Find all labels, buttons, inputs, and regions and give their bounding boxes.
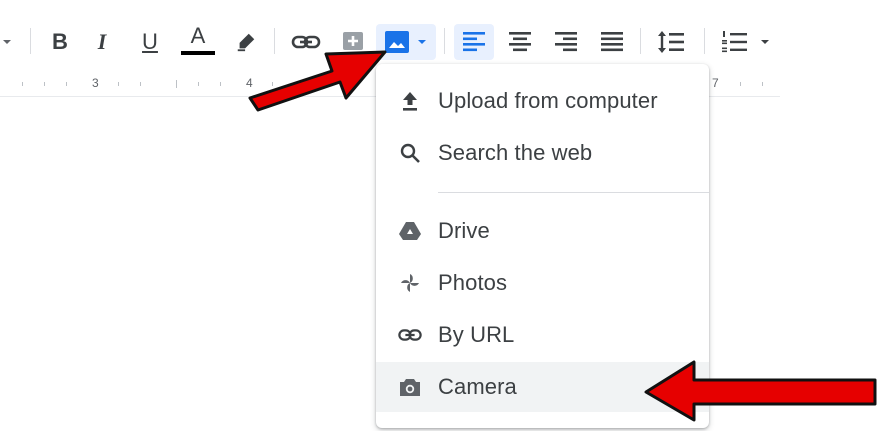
toolbar-divider <box>444 28 445 54</box>
italic-button[interactable]: I <box>86 26 118 58</box>
align-right-button[interactable] <box>548 24 584 60</box>
toolbar-divider <box>640 28 641 54</box>
arrow-to-camera <box>644 360 877 422</box>
menu-item-label: Drive <box>438 218 490 243</box>
menu-item-upload-from-computer[interactable]: Upload from computer <box>376 76 709 126</box>
font-size-dropdown-caret-icon[interactable] <box>0 32 14 52</box>
ruler-number: 7 <box>712 76 719 90</box>
ruler-tick <box>198 82 199 86</box>
ruler-tick <box>44 82 45 86</box>
photos-icon <box>398 271 422 295</box>
bold-button[interactable]: B <box>44 26 76 58</box>
line-spacing-button[interactable] <box>652 24 690 60</box>
menu-item-label: By URL <box>438 322 515 347</box>
justify-button[interactable] <box>594 24 630 60</box>
underline-button[interactable]: U <box>134 26 166 58</box>
text-color-label: A <box>190 23 206 48</box>
line-spacing-icon <box>658 31 684 53</box>
align-center-icon <box>509 32 531 52</box>
justify-icon <box>601 32 623 52</box>
menu-item-label: Upload from computer <box>438 88 658 113</box>
numbered-list-button[interactable] <box>716 24 776 60</box>
link-icon <box>398 323 422 347</box>
arrow-to-image-button <box>248 50 387 112</box>
ruler-tick <box>740 82 741 86</box>
chevron-down-icon <box>761 40 769 44</box>
menu-item-photos[interactable]: Photos <box>376 258 709 308</box>
camera-icon <box>398 375 422 399</box>
search-icon <box>398 141 422 165</box>
ruler-tick <box>66 82 67 86</box>
menu-divider <box>438 192 709 193</box>
toolbar-divider <box>30 28 31 54</box>
ruler-tick <box>176 80 177 88</box>
menu-item-by-url[interactable]: By URL <box>376 310 709 360</box>
menu-item-label: Camera <box>438 374 517 399</box>
align-left-icon <box>463 32 485 52</box>
menu-item-label: Search the web <box>438 140 593 165</box>
menu-item-drive[interactable]: Drive <box>376 206 709 256</box>
align-center-button[interactable] <box>502 24 538 60</box>
toolbar-divider <box>704 28 705 54</box>
chevron-down-icon <box>418 40 426 44</box>
ruler-tick <box>118 82 119 86</box>
ruler-tick <box>762 82 763 86</box>
ruler-tick <box>22 82 23 86</box>
text-color-button[interactable]: A <box>180 22 216 58</box>
menu-item-search-the-web[interactable]: Search the web <box>376 128 709 178</box>
text-color-swatch <box>181 51 215 55</box>
numbered-list-icon <box>722 31 747 53</box>
align-right-icon <box>555 32 577 52</box>
menu-item-label: Photos <box>438 270 508 295</box>
align-left-button[interactable] <box>454 24 494 60</box>
drive-icon <box>398 219 422 243</box>
ruler-tick <box>140 82 141 86</box>
upload-icon <box>398 89 422 113</box>
ruler-tick <box>220 82 221 86</box>
ruler-number: 3 <box>92 76 99 90</box>
